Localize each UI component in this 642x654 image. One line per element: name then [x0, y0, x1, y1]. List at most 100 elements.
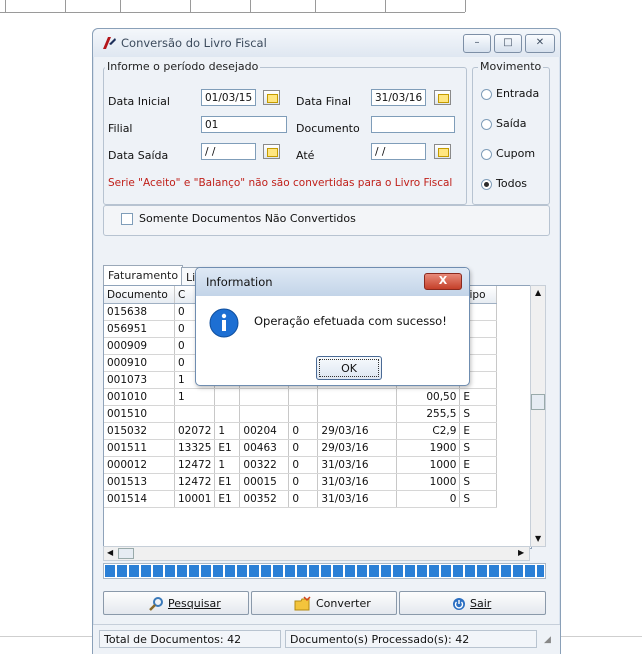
minimize-button[interactable]: – — [463, 34, 491, 53]
scroll-right-icon[interactable]: ▶ — [518, 548, 524, 557]
ate-field[interactable]: / / — [371, 143, 426, 160]
table-cell: 00015 — [239, 473, 290, 491]
radio-todos[interactable] — [481, 179, 492, 190]
table-cell: 31/03/16 — [317, 456, 398, 474]
table-cell: C2,9 — [396, 422, 461, 440]
sair-button[interactable]: Sair — [399, 591, 546, 615]
tab-faturamento[interactable]: Faturamento — [103, 265, 184, 286]
table-cell: 1 — [174, 388, 216, 406]
radio-cupom-label[interactable]: Cupom — [496, 147, 535, 160]
table-cell: 001073 — [104, 371, 175, 389]
radio-entrada[interactable] — [481, 89, 492, 100]
table-row[interactable]: 001513 12472 E1 00015 0 31/03/16 1000 S — [104, 473, 498, 491]
background-toolbar-strip — [0, 0, 466, 13]
table-cell — [214, 405, 241, 423]
processed-documents-status: Documento(s) Processado(s): 42 — [285, 630, 537, 648]
filial-field[interactable]: 01 — [201, 116, 287, 133]
table-cell: S — [459, 439, 498, 457]
table-cell: 00463 — [239, 439, 290, 457]
table-cell: S — [459, 490, 498, 508]
radio-entrada-label[interactable]: Entrada — [496, 87, 539, 100]
table-cell: 29/03/16 — [317, 422, 398, 440]
radio-saida-label[interactable]: Saída — [496, 117, 527, 130]
title-bar: Conversão do Livro Fiscal – □ ✕ — [93, 29, 560, 57]
dialog-message: Operação efetuada com sucesso! — [254, 314, 447, 328]
table-row[interactable]: 001511 13325 E1 00463 0 29/03/16 1900 S — [104, 439, 498, 457]
table-cell: 015032 — [104, 422, 175, 440]
progress-fill — [105, 565, 544, 577]
filter-checkbox[interactable] — [121, 213, 133, 225]
filial-label: Filial — [108, 122, 133, 135]
table-cell: 001511 — [104, 439, 175, 457]
table-cell: S — [459, 473, 498, 491]
table-row[interactable]: 001514 10001 E1 00352 0 31/03/16 0 S — [104, 490, 498, 508]
table-row[interactable]: 000012 12472 1 00322 0 31/03/16 1000 E — [104, 456, 498, 474]
calendar-icon[interactable] — [263, 144, 280, 159]
table-cell — [288, 388, 319, 406]
filter-label[interactable]: Somente Documentos Não Convertidos — [139, 212, 356, 225]
scroll-up-icon[interactable]: ▲ — [535, 288, 541, 297]
ok-button[interactable]: OK — [316, 356, 382, 380]
table-cell: 0 — [396, 490, 461, 508]
table-cell — [239, 388, 290, 406]
table-cell: 10001 — [174, 490, 216, 508]
hscroll-thumb[interactable] — [118, 548, 134, 559]
information-dialog: Information X Operação efetuada com suce… — [195, 267, 470, 386]
scroll-down-icon[interactable]: ▼ — [535, 534, 541, 543]
documento-field[interactable] — [371, 116, 455, 133]
table-cell: 001513 — [104, 473, 175, 491]
scroll-thumb[interactable] — [531, 394, 545, 410]
table-row[interactable]: 015032 02072 1 00204 0 29/03/16 C2,9 E — [104, 422, 498, 440]
radio-todos-label[interactable]: Todos — [496, 177, 527, 190]
resize-grip-icon[interactable]: ◢ — [544, 635, 551, 645]
calendar-icon[interactable] — [434, 144, 451, 159]
data-saida-field[interactable]: / / — [201, 143, 256, 160]
table-cell: 001514 — [104, 490, 175, 508]
calendar-icon[interactable] — [263, 90, 280, 105]
data-final-field[interactable]: 31/03/16 — [371, 89, 426, 106]
window-title: Conversão do Livro Fiscal — [121, 36, 267, 50]
table-cell: 000012 — [104, 456, 175, 474]
table-row[interactable]: 001010 1 00,50 E — [104, 388, 498, 406]
close-button[interactable]: ✕ — [525, 34, 555, 53]
converter-button[interactable]: Converter — [251, 591, 397, 615]
maximize-button[interactable]: □ — [494, 34, 522, 53]
table-cell: 001510 — [104, 405, 175, 423]
table-cell: 0 — [288, 456, 319, 474]
table-cell — [239, 405, 290, 423]
dialog-close-button[interactable]: X — [424, 273, 462, 290]
vertical-scrollbar[interactable]: ▲ ▼ — [530, 285, 546, 547]
table-cell: 0 — [288, 422, 319, 440]
table-cell: 31/03/16 — [317, 473, 398, 491]
data-inicial-field[interactable]: 01/03/15 — [201, 89, 256, 106]
table-cell: 29/03/16 — [317, 439, 398, 457]
table-cell: 13325 — [174, 439, 216, 457]
pesquisar-label: Pesquisar — [168, 597, 221, 610]
calendar-icon[interactable] — [434, 90, 451, 105]
column-header[interactable]: Documento — [104, 286, 175, 304]
table-cell: 1 — [214, 422, 241, 440]
table-cell — [214, 388, 241, 406]
table-cell: 015638 — [104, 303, 175, 321]
table-cell: 00204 — [239, 422, 290, 440]
horizontal-scrollbar[interactable]: ◀ ▶ — [103, 546, 530, 561]
table-cell: E1 — [214, 473, 241, 491]
converter-label: Converter — [316, 597, 371, 610]
data-saida-label: Data Saída — [108, 149, 169, 162]
table-cell: 255,5 — [396, 405, 461, 423]
data-final-label: Data Final — [296, 95, 352, 108]
status-bar: Total de Documentos: 42 Documento(s) Pro… — [93, 624, 560, 654]
progress-bar — [103, 563, 546, 579]
table-cell: 31/03/16 — [317, 490, 398, 508]
table-row[interactable]: 001510 255,5 S — [104, 405, 498, 423]
radio-saida[interactable] — [481, 119, 492, 130]
radio-cupom[interactable] — [481, 149, 492, 160]
pesquisar-button[interactable]: Pesquisar — [103, 591, 249, 615]
total-documents-status: Total de Documentos: 42 — [99, 630, 281, 648]
scroll-left-icon[interactable]: ◀ — [107, 548, 113, 557]
table-cell: 0 — [288, 490, 319, 508]
ok-label: OK — [319, 359, 379, 377]
table-cell: E — [459, 456, 498, 474]
table-cell: 001010 — [104, 388, 175, 406]
period-legend: Informe o período desejado — [105, 60, 261, 73]
